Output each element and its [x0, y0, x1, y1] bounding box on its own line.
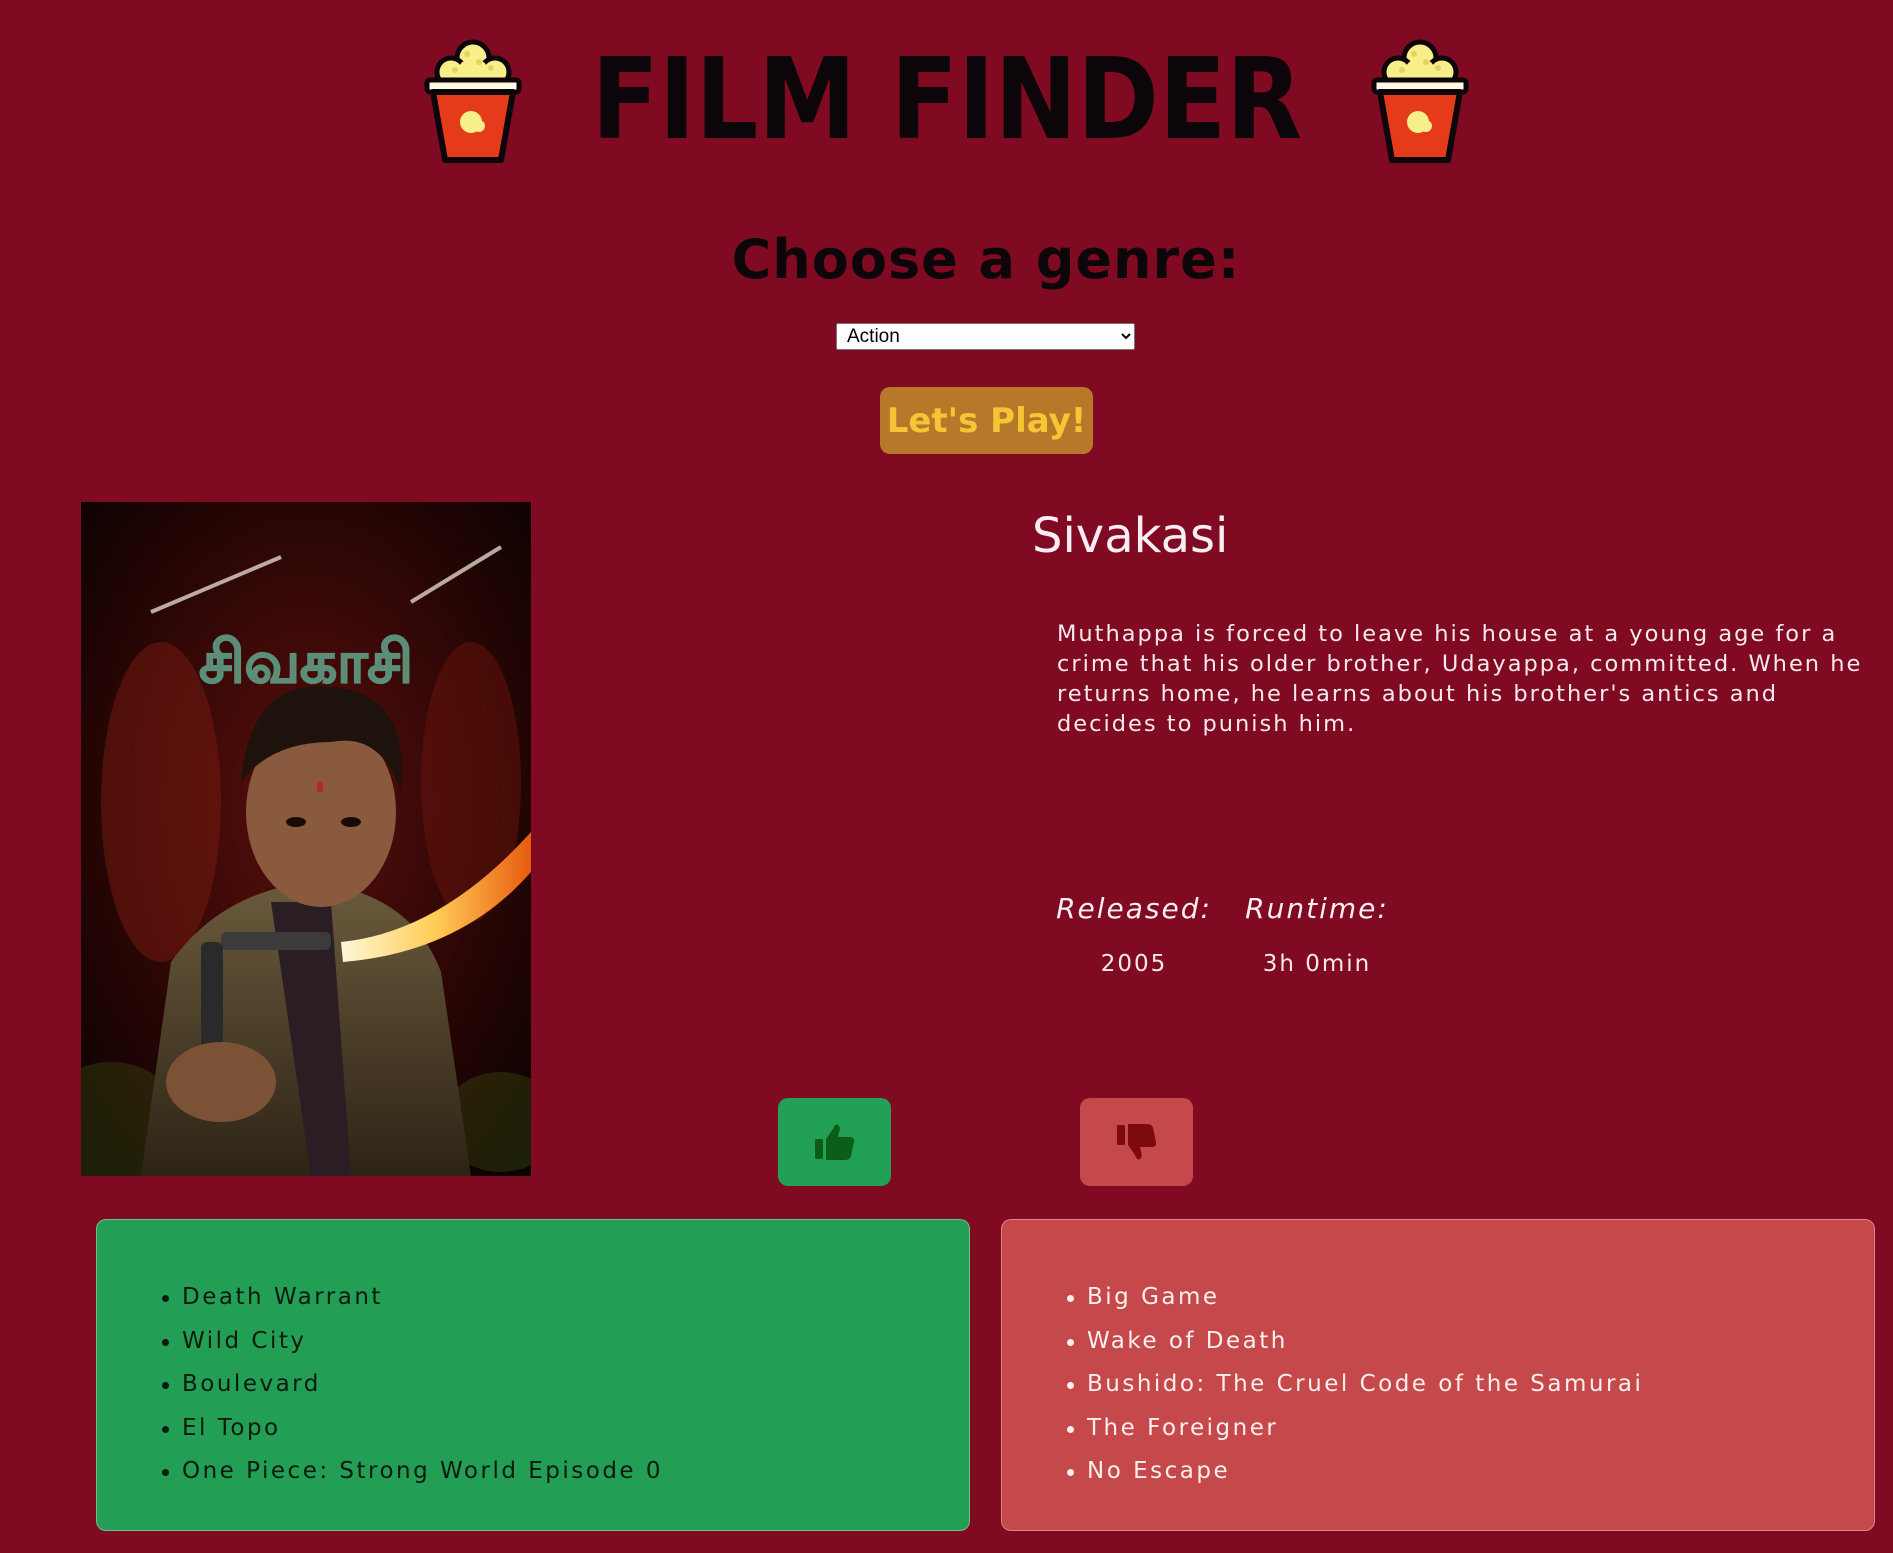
- list-item: El Topo: [161, 1407, 663, 1451]
- list-item: Death Warrant: [161, 1276, 663, 1320]
- poster-title-text: சிவகாசி: [199, 628, 413, 696]
- site-header: FILM FINDER: [0, 30, 1893, 170]
- list-item: Big Game: [1066, 1276, 1643, 1320]
- list-item: One Piece: Strong World Episode 0: [161, 1450, 663, 1494]
- list-item: Wake of Death: [1066, 1320, 1643, 1364]
- list-item: The Foreigner: [1066, 1407, 1643, 1451]
- genre-select[interactable]: Action: [836, 323, 1135, 350]
- released-label: Released:: [1056, 892, 1212, 925]
- site-title: FILM FINDER: [591, 35, 1302, 165]
- list-item: No Escape: [1066, 1450, 1643, 1494]
- list-item: Boulevard: [161, 1363, 663, 1407]
- runtime-label: Runtime:: [1245, 892, 1389, 925]
- liked-movies-list: Death Warrant Wild City Boulevard El Top…: [161, 1276, 663, 1494]
- list-item: Bushido: The Cruel Code of the Samurai: [1066, 1363, 1643, 1407]
- play-button[interactable]: Let's Play!: [880, 387, 1093, 454]
- genre-heading: Choose a genre:: [731, 228, 1241, 291]
- released-value: 2005: [1100, 951, 1168, 977]
- disliked-movies-panel: Big Game Wake of Death Bushido: The Crue…: [1001, 1219, 1875, 1531]
- dislike-button[interactable]: [1080, 1098, 1193, 1186]
- popcorn-icon: [1371, 39, 1469, 163]
- movie-poster: சிவகாசி: [81, 502, 531, 1176]
- liked-movies-panel: Death Warrant Wild City Boulevard El Top…: [96, 1219, 970, 1531]
- list-item: Wild City: [161, 1320, 663, 1364]
- popcorn-icon: [424, 39, 522, 163]
- disliked-movies-list: Big Game Wake of Death Bushido: The Crue…: [1066, 1276, 1643, 1494]
- thumbs-up-icon: [814, 1124, 854, 1160]
- movie-overview: Muthappa is forced to leave his house at…: [1057, 621, 1863, 737]
- like-button[interactable]: [778, 1098, 891, 1186]
- thumbs-down-icon: [1116, 1124, 1156, 1160]
- movie-title: Sivakasi: [1032, 508, 1229, 564]
- runtime-value: 3h 0min: [1262, 951, 1372, 977]
